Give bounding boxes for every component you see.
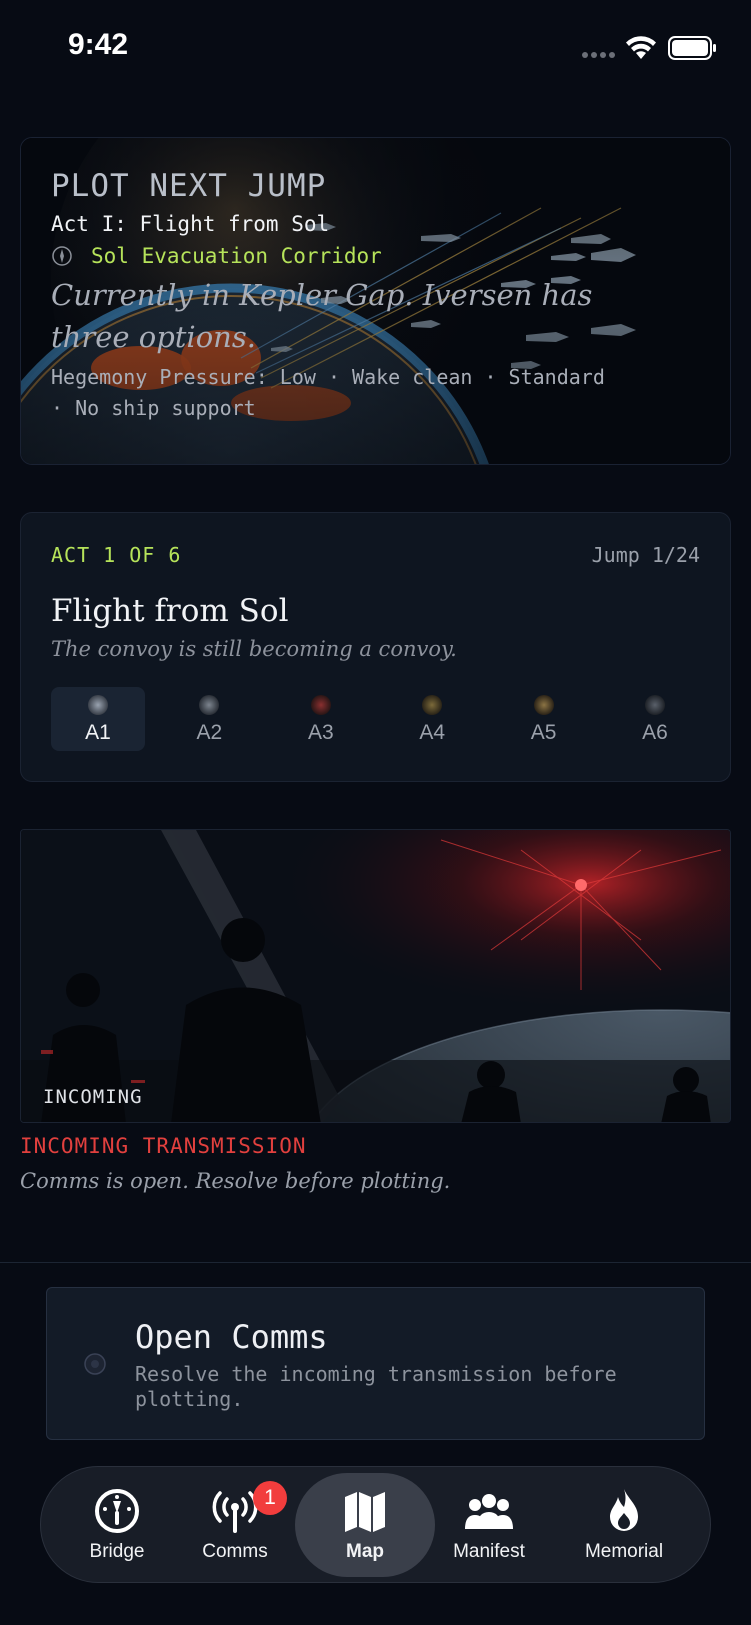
act-tab-label: A3 [307,721,334,744]
act-label: ACT 1 OF 6 [51,543,182,567]
tab-label: Comms [202,1541,268,1562]
hero-location-label: Sol Evacuation Corridor [91,244,382,268]
open-comms-button[interactable]: Open Comms Resolve the incoming transmis… [46,1287,705,1440]
act-tab-label: A6 [642,721,668,744]
incoming-tag: INCOMING [43,1086,143,1108]
plot-next-jump-card[interactable]: PLOT NEXT JUMP Act I: Flight from Sol So… [20,137,731,465]
open-comms-title: Open Comms [135,1318,328,1356]
hero-meta: Hegemony Pressure: Low · Wake clean · St… [51,365,605,420]
comms-badge: 1 [253,1481,287,1515]
act-tabs: A1 A2 A3 A4 A5 A6 [51,687,702,751]
antenna-icon [212,1491,258,1533]
jump-counter: Jump 1/24 [591,543,700,567]
act-emblem-icon [533,695,554,715]
act-emblem-icon [422,695,443,715]
act-emblem-icon [310,695,331,715]
transmission-subtitle: Comms is open. Resolve before plotting. [20,1169,451,1193]
open-comms-subtitle: Resolve the incoming transmission before… [135,1362,617,1411]
people-icon [465,1494,513,1529]
hero-description: Currently in Kepler Gap. Iversen has thr… [51,278,593,354]
act-tab-a1[interactable]: A1 [51,687,145,751]
act-tab-a4[interactable]: A4 [385,687,479,751]
act-tab-label: A2 [196,721,223,744]
bottom-tab-bar: Bridge Comms 1 Map Manifest Memorial [40,1466,711,1583]
act-emblem-icon [644,695,665,715]
tab-manifest[interactable]: Manifest [439,1473,539,1577]
gauge-icon [95,1489,139,1533]
tab-label: Memorial [584,1541,664,1562]
act-subtitle: The convoy is still becoming a convoy. [51,637,457,661]
hero-location: Sol Evacuation Corridor [51,244,701,268]
bridge-viewport-illustration [21,830,730,1122]
act-tab-a5[interactable]: A5 [497,687,591,751]
tab-bridge[interactable]: Bridge [71,1473,163,1577]
tab-comms[interactable]: Comms 1 [189,1473,287,1577]
act-tab-a2[interactable]: A2 [162,687,256,751]
act-tab-a6[interactable]: A6 [608,687,702,751]
battery-icon [668,36,716,60]
hero-heading: PLOT NEXT JUMP [51,168,327,204]
tab-label: Manifest [453,1541,525,1562]
flame-icon [610,1489,638,1531]
map-icon [345,1492,385,1532]
section-divider [0,1262,751,1263]
comms-emblem-icon [84,1353,106,1375]
act-emblem-icon [88,695,108,715]
status-bar: 9:42 [0,0,751,96]
status-time: 9:42 [68,28,129,61]
tab-memorial[interactable]: Memorial [569,1473,679,1577]
cellular-signal-icon [582,52,616,60]
hero-act-title: Act I: Flight from Sol [51,212,330,236]
act-title: Flight from Sol [51,593,289,629]
transmission-title: INCOMING TRANSMISSION [20,1134,307,1158]
act-tab-label: A5 [530,721,557,744]
hero-text: PLOT NEXT JUMP Act I: Flight from Sol So… [51,168,701,424]
tab-map[interactable]: Map [295,1473,435,1577]
act-tab-label: A4 [419,721,446,744]
act-emblem-icon [199,695,220,715]
wifi-icon [626,36,656,59]
act-tab-label: A1 [85,721,111,744]
incoming-transmission-image[interactable]: INCOMING [20,829,731,1123]
act-progress-card: ACT 1 OF 6 Jump 1/24 Flight from Sol The… [20,512,731,782]
compass-icon [52,246,72,266]
tab-label: Bridge [89,1541,145,1562]
act-tab-a3[interactable]: A3 [274,687,368,751]
tab-label: Map [346,1541,384,1562]
